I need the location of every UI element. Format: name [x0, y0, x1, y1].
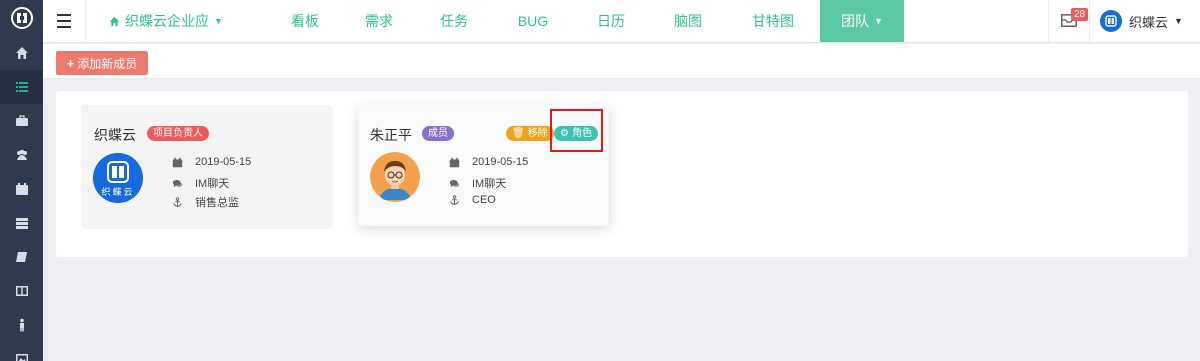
- im-chat-label: IM聊天: [472, 178, 507, 190]
- im-chat-link[interactable]: IM聊天: [449, 175, 506, 191]
- tab-gantt[interactable]: 甘特图: [741, 0, 805, 42]
- role-badge: 项目负责人: [147, 126, 209, 141]
- home-icon: [109, 16, 120, 26]
- sidebar-item-book[interactable]: [0, 240, 43, 274]
- person-icon: [19, 318, 24, 332]
- sidebar-item-server[interactable]: [0, 206, 43, 240]
- add-member-button[interactable]: + 添加新成员: [56, 51, 148, 75]
- job-title: CEO: [449, 194, 496, 206]
- calendar-icon: [15, 183, 28, 195]
- remove-member-button[interactable]: 🗑 移除: [506, 126, 554, 141]
- join-date-value: 2019-05-15: [472, 156, 529, 168]
- top-navbar: 织蝶云企业应 ▼ 看板 需求 任务 BUG 日历 脑图 甘特图 团队 ▼ 28 …: [43, 0, 1200, 43]
- team-panel: 织蝶云 项目负责人 织蝶云 2019-05-15 IM聊天 销售总监 朱正平 成…: [56, 91, 1188, 257]
- sidebar: [0, 0, 43, 361]
- job-title: 销售总监: [172, 194, 239, 210]
- tab-bug[interactable]: BUG: [507, 0, 559, 42]
- briefcase-icon: [15, 115, 28, 126]
- avatar: [370, 152, 420, 202]
- menu-toggle-button[interactable]: [43, 0, 86, 42]
- comments-icon: [449, 179, 460, 187]
- hamburger-icon: [57, 12, 71, 30]
- tab-kanban[interactable]: 看板: [280, 0, 330, 42]
- server-icon: [15, 218, 28, 229]
- comments-icon: [172, 179, 183, 187]
- job-title-value: 销售总监: [195, 197, 239, 209]
- mail-count-badge: 28: [1071, 8, 1089, 21]
- plus-icon: +: [66, 55, 75, 71]
- users-icon: [16, 149, 27, 160]
- tab-team-label: 团队: [841, 13, 870, 29]
- sidebar-item-calendar[interactable]: [0, 172, 43, 206]
- caret-down-icon: ▼: [1174, 16, 1183, 26]
- trash-icon: 🗑: [512, 128, 525, 139]
- join-date: 2019-05-15: [449, 156, 528, 168]
- member-name: 朱正平: [370, 127, 412, 143]
- caret-down-icon: ▼: [214, 16, 223, 26]
- user-menu[interactable]: 织蝶云 ▼: [1100, 0, 1183, 42]
- member-name: 织蝶云: [94, 127, 136, 143]
- action-bar: + 添加新成员: [43, 44, 1200, 79]
- columns-icon: [15, 286, 28, 296]
- anchor-icon: [450, 194, 459, 205]
- project-name: 织蝶云企业应: [125, 13, 209, 29]
- highlight-annotation: [550, 109, 603, 152]
- join-date: 2019-05-15: [172, 156, 251, 168]
- sidebar-item-team[interactable]: [0, 138, 43, 172]
- sidebar-item-list[interactable]: [0, 70, 43, 104]
- sidebar-item-home[interactable]: [0, 36, 43, 70]
- sidebar-item-person[interactable]: [0, 308, 43, 342]
- sidebar-item-columns[interactable]: [0, 274, 43, 308]
- person-avatar-icon: [370, 152, 420, 202]
- avatar: 织蝶云: [93, 153, 143, 203]
- add-member-label: 添加新成员: [77, 56, 138, 71]
- avatar: [1100, 10, 1122, 32]
- book-icon: [15, 252, 27, 262]
- tab-calendar[interactable]: 日历: [586, 0, 636, 42]
- image-icon: [15, 354, 28, 361]
- remove-label: 移除: [527, 128, 548, 139]
- im-chat-label: IM聊天: [195, 178, 230, 190]
- anchor-icon: [173, 196, 182, 207]
- im-chat-link[interactable]: IM聊天: [172, 175, 229, 191]
- project-switcher[interactable]: 织蝶云企业应 ▼: [109, 0, 223, 42]
- join-date-value: 2019-05-15: [195, 156, 252, 168]
- home-icon: [15, 47, 28, 59]
- app-logo[interactable]: [0, 0, 43, 36]
- inbox-button[interactable]: 28: [1048, 0, 1090, 42]
- tab-mindmap[interactable]: 脑图: [663, 0, 713, 42]
- user-name: 织蝶云: [1129, 14, 1169, 30]
- tab-requirements[interactable]: 需求: [354, 0, 404, 42]
- role-badge: 成员: [422, 126, 454, 141]
- caret-down-icon: ▼: [874, 16, 883, 26]
- sidebar-item-briefcase[interactable]: [0, 104, 43, 138]
- sidebar-item-image[interactable]: [0, 342, 43, 361]
- logo-icon: [1105, 15, 1117, 27]
- tab-team[interactable]: 团队 ▼: [820, 0, 904, 42]
- calendar-icon: [449, 157, 460, 167]
- logo-icon: [10, 7, 33, 29]
- calendar-icon: [172, 157, 183, 167]
- member-card: 织蝶云 项目负责人 织蝶云 2019-05-15 IM聊天 销售总监: [81, 105, 333, 229]
- avatar-text: 织蝶云: [101, 187, 135, 197]
- tab-tasks[interactable]: 任务: [429, 0, 479, 42]
- job-title-value: CEO: [472, 194, 496, 206]
- list-icon: [15, 82, 28, 92]
